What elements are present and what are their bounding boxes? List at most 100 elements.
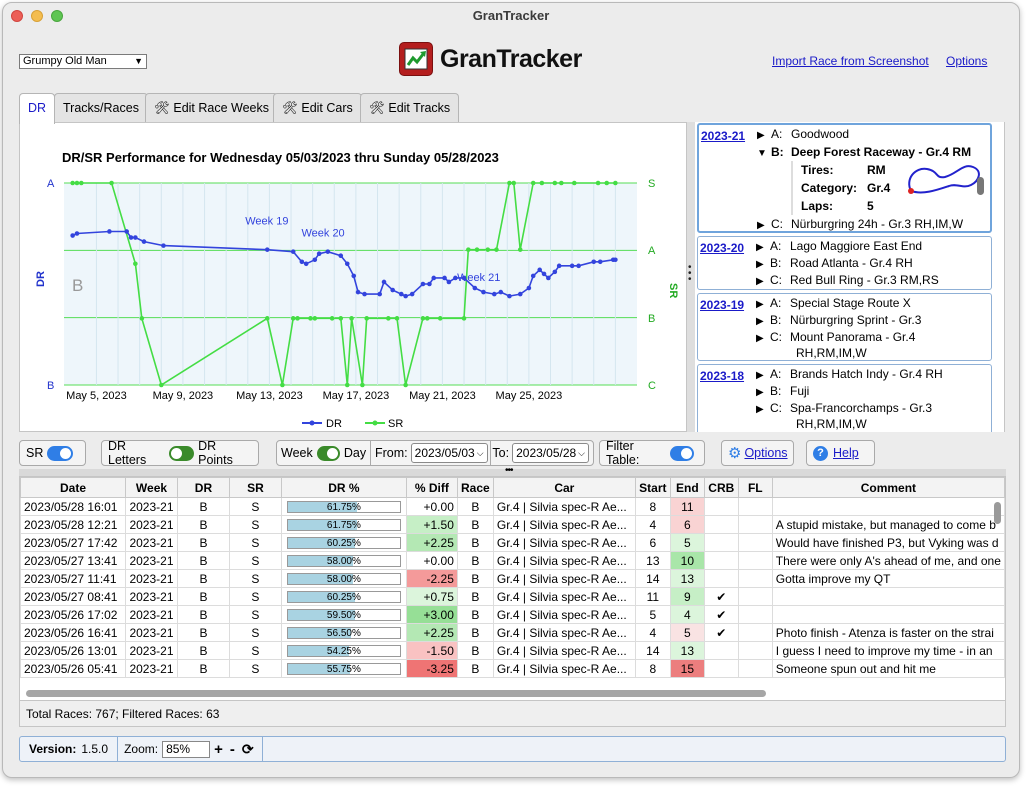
race-item[interactable]: ▶ C: Nürburgring 24h - Gr.3 RH,IM,W (757, 217, 963, 231)
column-header[interactable]: CRB (703, 477, 739, 498)
options-link[interactable]: Options (946, 54, 987, 68)
tab-edit-cars[interactable]: 🛠 Edit Cars (273, 93, 362, 123)
dr-data-point (546, 275, 551, 281)
race-item[interactable]: ▶ A: Goodwood (757, 127, 849, 141)
sr-toggle[interactable] (47, 445, 74, 461)
cell-start: 6 (634, 533, 671, 552)
dr-data-point (141, 239, 147, 244)
column-header[interactable]: Race (456, 477, 494, 498)
y-left-tick: A (47, 178, 55, 190)
week-day-toggle[interactable] (316, 445, 340, 461)
column-header[interactable]: FL (737, 477, 773, 498)
column-header[interactable]: End (669, 477, 705, 498)
dr-data-point (613, 257, 618, 263)
table-row[interactable]: 2023/05/27 11:41 2023-21 B S 58.00% -2.25 B Gr.… (20, 569, 1005, 588)
from-date-select[interactable]: 2023/05/03 ⌵ (410, 443, 488, 463)
cell-sr: S (228, 551, 282, 570)
zoom-in-button[interactable]: + (214, 741, 223, 758)
minimize-window-button[interactable] (31, 10, 43, 22)
options-button-label: Options (744, 446, 788, 460)
import-race-link[interactable]: Import Race from Screenshot (772, 54, 929, 68)
column-header[interactable]: Car (492, 477, 636, 498)
dr-data-point (569, 263, 575, 269)
table-horizontal-scroll-thumb[interactable] (26, 690, 766, 697)
table-row[interactable]: 2023/05/27 08:41 2023-21 B S 60.25% +0.75 B Gr.… (20, 587, 1005, 606)
zoom-input[interactable]: 85% (162, 740, 211, 758)
week-card-2023-21[interactable]: 2023-21 ▶ A: Goodwood ▼ B: Deep Forest Racew… (697, 123, 992, 233)
tab-dr[interactable]: DR (19, 93, 56, 124)
race-item[interactable]: ▶ C: Mount Panorama - Gr.4 RH,RM,IM,W (756, 330, 986, 361)
week-link[interactable]: 2023-20 (700, 241, 744, 255)
race-item-expanded[interactable]: ▼ B: Deep Forest Raceway - Gr.4 RM (757, 145, 971, 159)
race-item[interactable]: ▶ A: Brands Hatch Indy - Gr.4 RH (756, 367, 943, 381)
filter-table-toggle[interactable] (669, 445, 694, 461)
race-item[interactable]: ▶ A: Special Stage Route X (756, 296, 911, 310)
driver-select[interactable]: Grumpy Old Man ▼ (19, 54, 147, 69)
track-scroll-thumb[interactable] (977, 177, 984, 195)
tab-edit-race-weeks[interactable]: 🛠 Edit Race Weeks (145, 93, 279, 123)
race-item[interactable]: ▶ C: Red Bull Ring - Gr.3 RM,RS (756, 273, 939, 287)
horizontal-splitter[interactable]: ••• (19, 465, 1006, 476)
zoom-out-button[interactable]: - (230, 741, 235, 758)
race-item[interactable]: ▶ B: Road Atlanta - Gr.4 RH (756, 256, 913, 270)
column-header[interactable]: Week (124, 477, 178, 498)
cell-car: Gr.4 | Silvia spec-R Ae... (492, 659, 636, 678)
dr-mode-toggle[interactable] (169, 445, 195, 461)
vertical-splitter[interactable]: • • • (687, 122, 695, 432)
disclosure-right-icon: ▶ (756, 276, 764, 287)
refresh-icon[interactable]: ⟳ (242, 741, 254, 758)
table-row[interactable]: 2023/05/27 17:42 2023-21 B S 60.25% +2.25 B Gr.… (20, 533, 1005, 552)
column-header[interactable]: Date (20, 477, 126, 498)
week-link[interactable]: 2023-19 (700, 298, 744, 312)
race-name: Road Atlanta - Gr.4 RH (790, 256, 913, 270)
cell-comment: I guess I need to improve my time - in a… (771, 641, 1005, 660)
grantracker-logo-icon (399, 42, 433, 76)
options-button[interactable]: ⚙ Options (721, 440, 794, 466)
race-item[interactable]: ▶ B: Nürburgring Sprint - Gr.3 (756, 313, 921, 327)
column-header[interactable]: SR (228, 477, 282, 498)
table-row[interactable]: 2023/05/26 17:02 2023-21 B S 59.50% +3.00 B Gr.… (20, 605, 1005, 624)
cell-crb (703, 497, 739, 516)
help-icon: ? (813, 445, 828, 461)
tab-label: Edit Tracks (388, 101, 451, 115)
cell-comment: There were only A's ahead of me, and one (771, 551, 1005, 570)
week-link[interactable]: 2023-18 (700, 369, 744, 383)
race-item[interactable]: ▶ B: Fuji (756, 384, 809, 398)
close-window-button[interactable] (11, 10, 23, 22)
cell-sr: S (228, 605, 282, 624)
week-card-2023-18[interactable]: 2023-18 ▶ A: Brands Hatch Indy - Gr.4 RH ▶… (697, 364, 992, 432)
dr-percent-text: 60.25% (326, 591, 361, 603)
column-header[interactable]: DR % (280, 477, 407, 498)
tab-edit-tracks[interactable]: 🛠 Edit Tracks (360, 93, 460, 123)
cell-end: 11 (669, 497, 705, 516)
table-row[interactable]: 2023/05/28 16:01 2023-21 B S 61.75% +0.00 B Gr.… (20, 497, 1005, 516)
to-date-select[interactable]: 2023/05/28 ⌵ (512, 443, 589, 463)
table-row[interactable]: 2023/05/26 05:41 2023-21 B S 55.75% -3.25 B Gr.… (20, 659, 1005, 678)
tab-tracks-races[interactable]: Tracks/Races (54, 93, 148, 123)
cell-race: B (456, 623, 494, 642)
zoom-window-button[interactable] (51, 10, 63, 22)
table-row[interactable]: 2023/05/26 13:01 2023-21 B S 54.25% -1.50 B Gr.… (20, 641, 1005, 660)
table-row[interactable]: 2023/05/26 16:41 2023-21 B S 56.50% +2.25 B Gr.… (20, 623, 1005, 642)
cell-end: 5 (669, 623, 705, 642)
cell-race: B (456, 551, 494, 570)
table-row[interactable]: 2023/05/27 13:41 2023-21 B S 58.00% +0.00 B Gr.… (20, 551, 1005, 570)
to-date-value: 2023/05/28 (516, 446, 577, 460)
column-header[interactable]: Start (634, 477, 671, 498)
cell-car: Gr.4 | Silvia spec-R Ae... (492, 605, 636, 624)
cell-week: 2023-21 (124, 569, 178, 588)
week-link[interactable]: 2023-21 (701, 129, 745, 143)
week-card-2023-19[interactable]: 2023-19 ▶ A: Special Stage Route X ▶ B: Nürb… (697, 293, 992, 361)
race-item[interactable]: ▶ C: Spa-Francorchamps - Gr.3 RH,RM,IM,W (756, 401, 986, 432)
disclosure-right-icon: ▶ (756, 242, 764, 253)
dr-data-point (316, 251, 322, 256)
column-header[interactable]: % Diff (405, 477, 458, 498)
sr-data-point (394, 316, 400, 321)
week-card-2023-20[interactable]: 2023-20 ▶ A: Lago Maggiore East End ▶ B: Roa… (697, 236, 992, 290)
column-header[interactable]: DR (176, 477, 230, 498)
table-vertical-scroll-thumb[interactable] (994, 502, 1001, 524)
table-row[interactable]: 2023/05/28 12:21 2023-21 B S 61.75% +1.50 B Gr.… (20, 515, 1005, 534)
column-header[interactable]: Comment (771, 477, 1005, 498)
race-item[interactable]: ▶ A: Lago Maggiore East End (756, 239, 922, 253)
help-button[interactable]: ? Help (806, 440, 875, 466)
